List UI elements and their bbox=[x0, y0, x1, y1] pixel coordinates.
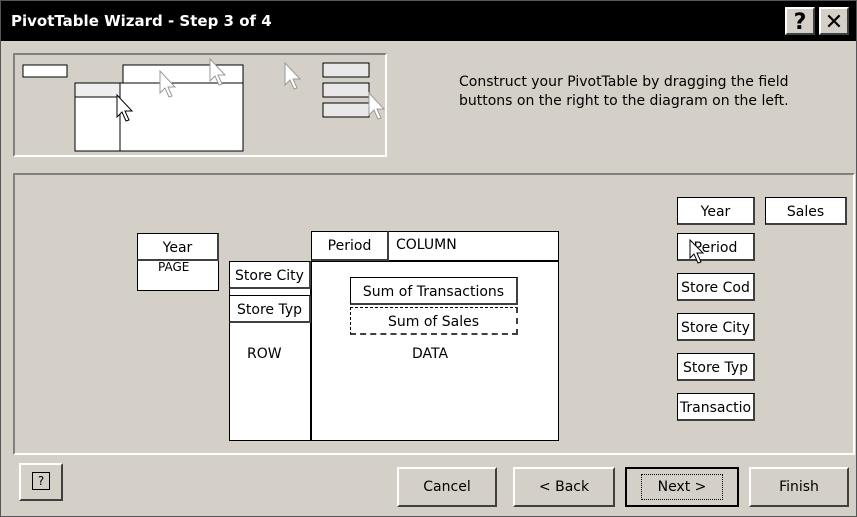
column-field-period[interactable]: Period bbox=[311, 231, 389, 261]
field-button-store-city[interactable]: Store City bbox=[677, 313, 755, 341]
page-field-year[interactable]: Year bbox=[137, 233, 219, 261]
field-button-store-type[interactable]: Store Typ bbox=[677, 353, 755, 381]
close-button[interactable]: ✕ bbox=[819, 7, 849, 35]
row-area-label: ROW bbox=[247, 346, 282, 362]
illustration-panel bbox=[13, 53, 387, 157]
page-area-label: PAGE bbox=[158, 260, 190, 274]
data-field-sum-sales[interactable]: Sum of Sales bbox=[350, 307, 518, 335]
pivottable-wizard-dialog: PivotTable Wizard - Step 3 of 4 ? ✕ Cons… bbox=[0, 0, 857, 517]
field-button-year[interactable]: Year bbox=[677, 197, 755, 225]
row-field-store-type[interactable]: Store Typ bbox=[229, 295, 311, 323]
cancel-button[interactable]: Cancel bbox=[397, 467, 497, 507]
title-bar: PivotTable Wizard - Step 3 of 4 ? ✕ bbox=[1, 1, 856, 41]
row-field-store-city[interactable]: Store City bbox=[229, 261, 311, 289]
instruction-text: Construct your PivotTable by dragging th… bbox=[459, 74, 789, 109]
help-button[interactable]: ? bbox=[785, 7, 815, 35]
next-button[interactable]: Next > bbox=[625, 467, 739, 507]
back-button[interactable]: < Back bbox=[513, 467, 615, 507]
field-button-sales[interactable]: Sales bbox=[765, 197, 847, 225]
help-icon: ? bbox=[32, 472, 50, 490]
field-button-store-code[interactable]: Store Cod bbox=[677, 273, 755, 301]
next-button-label: Next > bbox=[640, 474, 724, 500]
window-title: PivotTable Wizard - Step 3 of 4 bbox=[11, 12, 272, 30]
data-field-sum-transactions[interactable]: Sum of Transactions bbox=[350, 277, 518, 305]
drag-illustration bbox=[22, 57, 386, 152]
finish-button[interactable]: Finish bbox=[749, 467, 849, 507]
field-button-transactions[interactable]: Transactio bbox=[677, 393, 755, 421]
data-area-label: DATA bbox=[412, 346, 449, 362]
question-icon: ? bbox=[793, 10, 807, 35]
help-button-footer[interactable]: ? bbox=[19, 463, 63, 501]
close-icon: ✕ bbox=[824, 10, 844, 35]
column-area-label: COLUMN bbox=[396, 237, 457, 253]
mouse-pointer-icon bbox=[689, 239, 705, 264]
